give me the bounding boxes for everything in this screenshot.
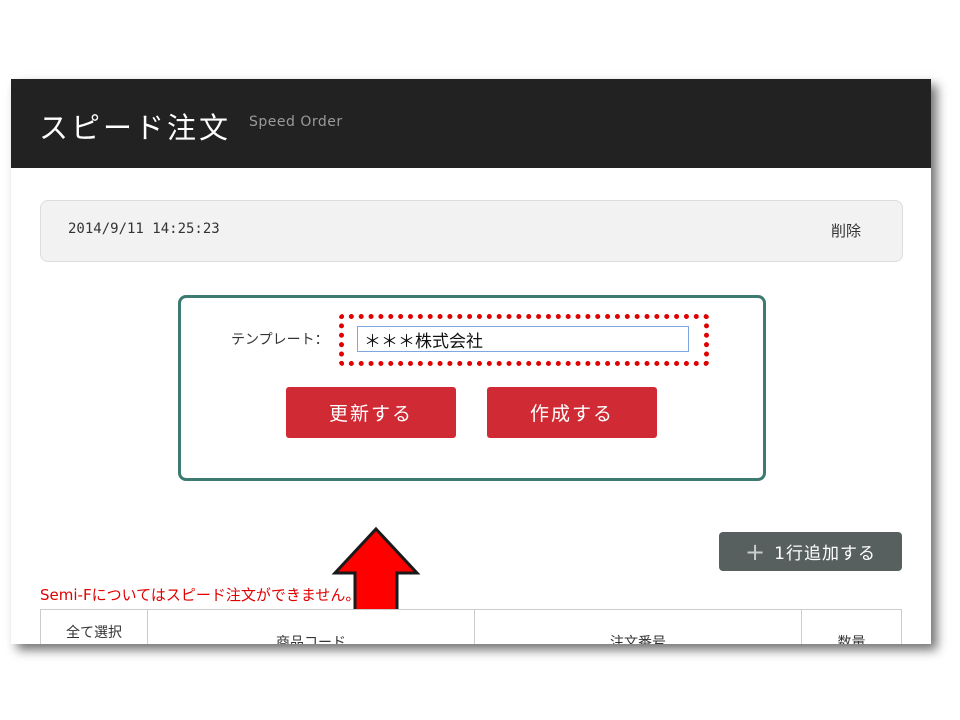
add-row-button[interactable]: + 1行追加する xyxy=(719,532,902,571)
page-title: スピード注文 xyxy=(39,111,232,145)
quantity-header: 数量 xyxy=(801,609,902,644)
create-button[interactable]: 作成する xyxy=(487,387,657,438)
page-header: スピード注文 Speed Order xyxy=(11,79,931,168)
order-items-table: 全て選択 商品コード 注文番号 数量 xyxy=(40,609,902,644)
plus-icon: + xyxy=(745,537,767,566)
warning-message: Semi-Fについてはスピード注文ができません。 xyxy=(40,586,361,604)
order-number-header: 注文番号 xyxy=(474,609,802,644)
template-input[interactable] xyxy=(357,326,689,352)
page-subtitle: Speed Order xyxy=(249,114,343,130)
table-header-row: 全て選択 商品コード 注文番号 数量 xyxy=(40,609,902,644)
speed-order-window: スピード注文 Speed Order 2014/9/11 14:25:23 削除… xyxy=(11,79,931,644)
order-record-bar: 2014/9/11 14:25:23 削除 xyxy=(40,200,903,262)
select-all-header[interactable]: 全て選択 xyxy=(40,609,148,644)
template-panel: テンプレート： 更新する 作成する xyxy=(178,295,766,481)
template-label: テンプレート： xyxy=(231,332,329,348)
product-code-header: 商品コード xyxy=(147,609,475,644)
add-row-label: 1行追加する xyxy=(774,544,876,564)
update-button[interactable]: 更新する xyxy=(286,387,456,438)
delete-button[interactable]: 削除 xyxy=(831,220,861,241)
record-timestamp: 2014/9/11 14:25:23 xyxy=(68,221,220,237)
